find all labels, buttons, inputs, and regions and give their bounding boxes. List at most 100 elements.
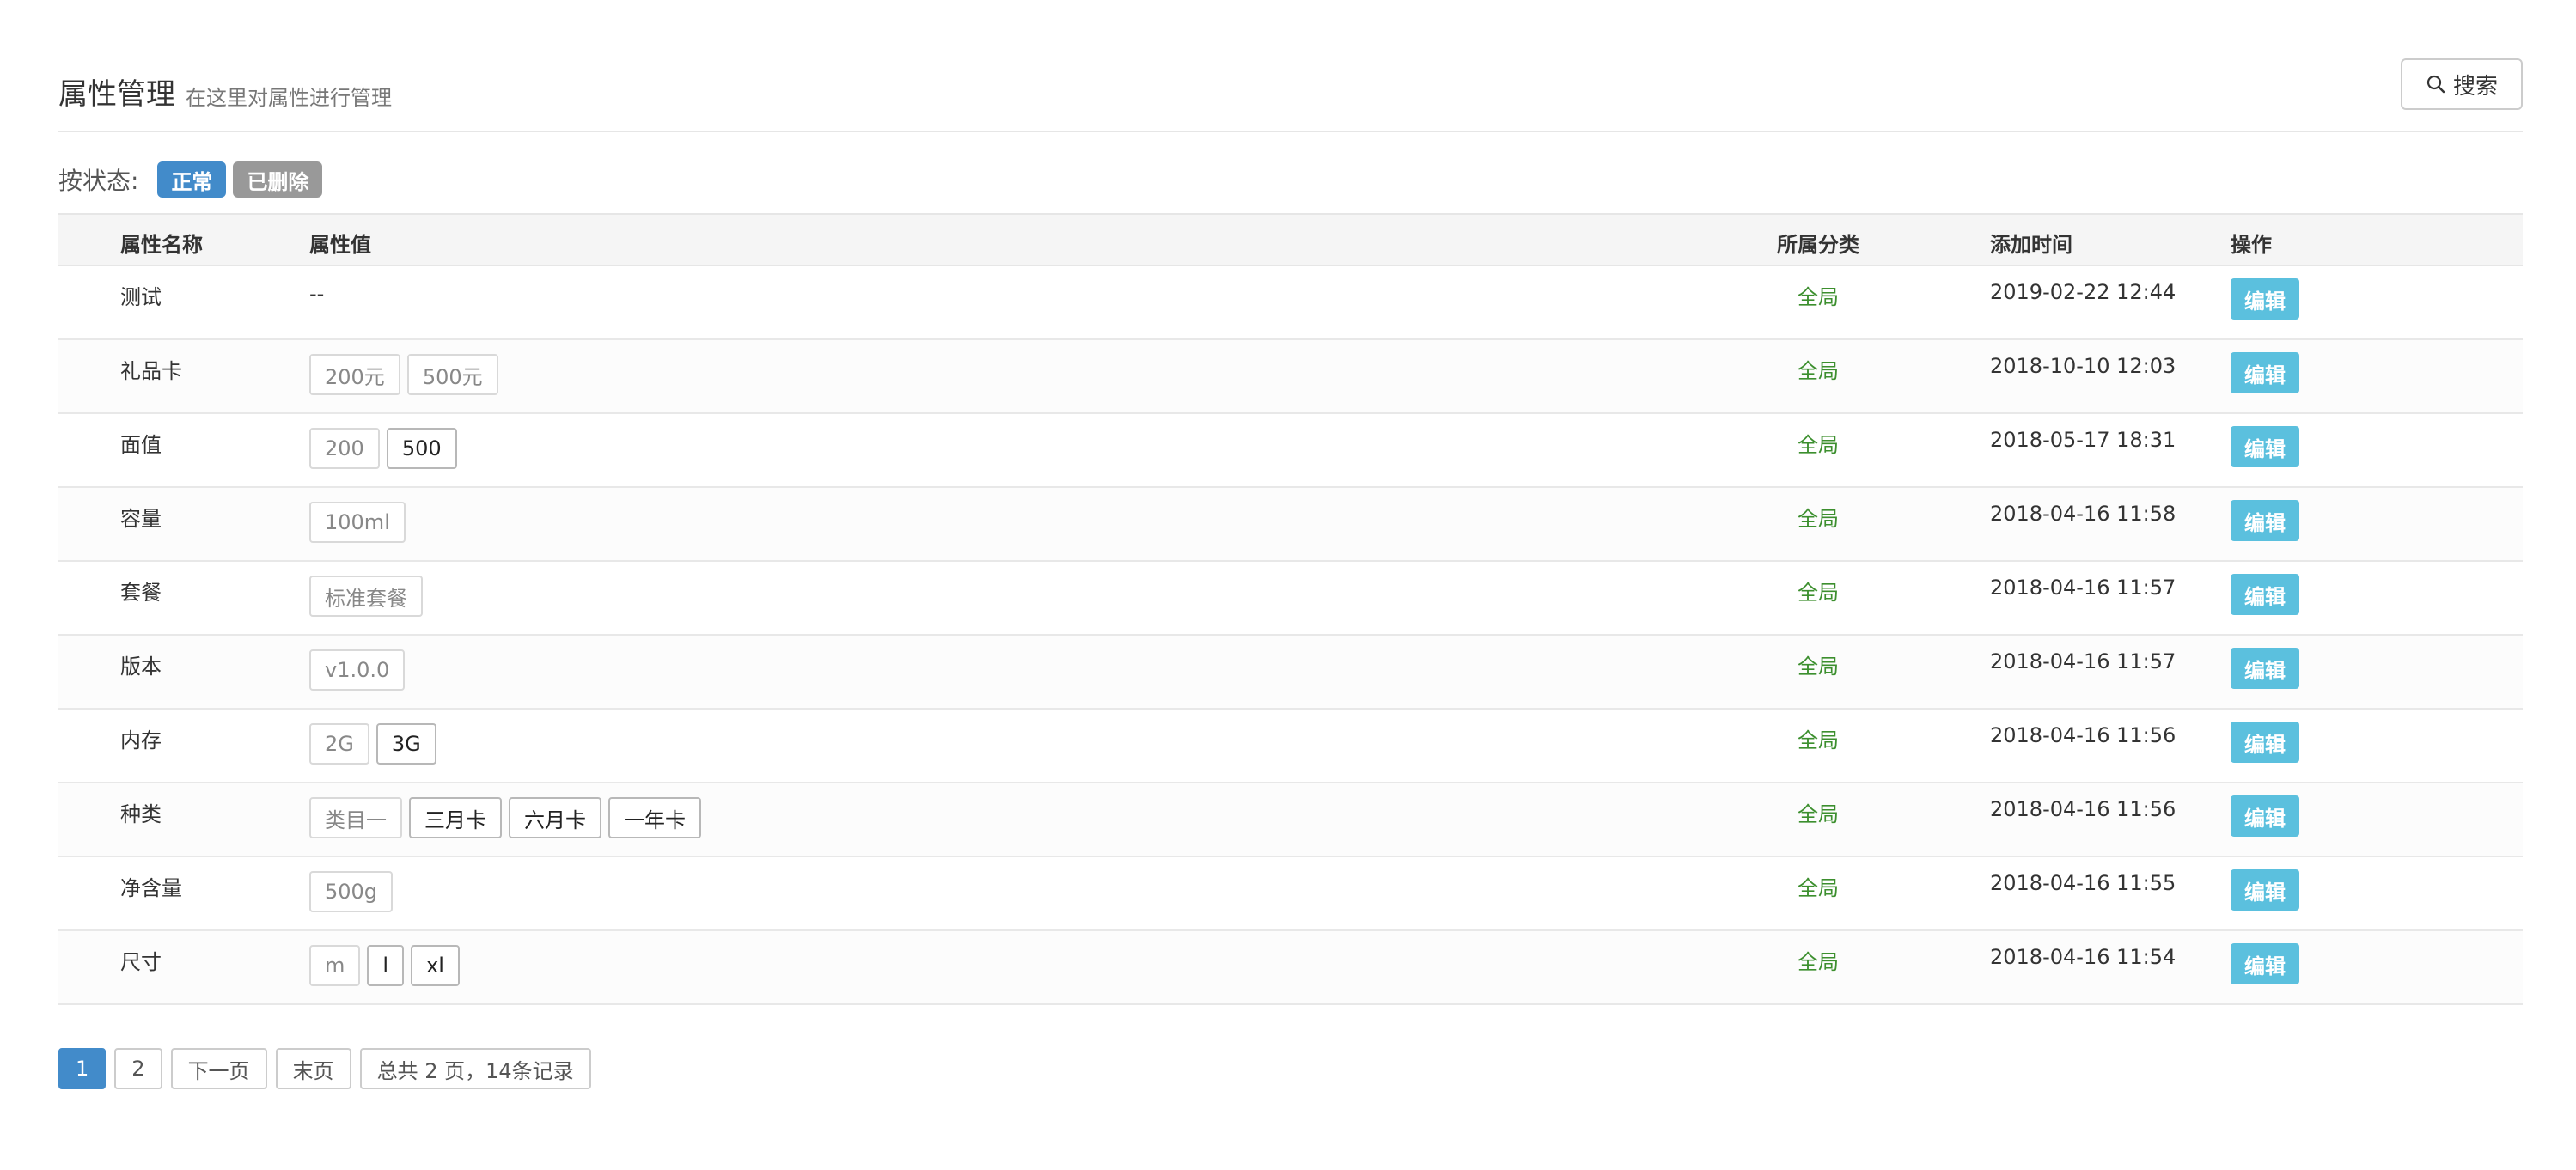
edit-button[interactable]: 编辑	[2231, 722, 2299, 763]
edit-button[interactable]: 编辑	[2231, 352, 2299, 393]
edit-button[interactable]: 编辑	[2231, 869, 2299, 911]
status-filter-label: 按状态:	[58, 167, 139, 195]
table-row: 版本 v1.0.0 全局 2018-04-16 11:57 编辑	[58, 636, 2523, 710]
attribute-value-tag[interactable]: l	[367, 945, 405, 986]
attribute-values: v1.0.0	[309, 649, 406, 691]
attribute-value-tag[interactable]: m	[309, 945, 361, 986]
edit-button[interactable]: 编辑	[2231, 943, 2299, 984]
status-badge-normal[interactable]: 正常	[157, 161, 227, 198]
attribute-category: 全局	[1798, 728, 1839, 753]
attribute-name: 容量	[120, 507, 162, 531]
attribute-values: --	[309, 280, 324, 308]
attribute-value-tag[interactable]: 标准套餐	[309, 576, 423, 617]
attribute-category: 全局	[1798, 285, 1839, 309]
row-action: 编辑	[2231, 278, 2299, 320]
attribute-category: 全局	[1798, 950, 1839, 974]
attribute-name: 净含量	[120, 876, 182, 900]
edit-button[interactable]: 编辑	[2231, 278, 2299, 320]
attribute-added-time: 2018-04-16 11:57	[1990, 576, 2176, 600]
attribute-added-time: 2018-04-16 11:55	[1990, 871, 2176, 895]
attribute-value-tag[interactable]: xl	[411, 945, 460, 986]
attribute-value-tag[interactable]: 3G	[375, 723, 436, 765]
column-header-time: 添加时间	[1990, 233, 2072, 257]
attribute-value-tag[interactable]: v1.0.0	[309, 649, 406, 691]
table-row: 套餐 标准套餐 全局 2018-04-16 11:57 编辑	[58, 562, 2523, 636]
status-filter: 按状态: 正常 已删除	[58, 160, 329, 199]
attribute-value-tag[interactable]: 类目一	[309, 797, 402, 838]
attribute-values: 200 500	[309, 428, 457, 469]
row-action: 编辑	[2231, 648, 2299, 689]
attribute-values: 2G 3G	[309, 723, 436, 765]
attribute-name: 版本	[120, 655, 162, 679]
next-page-button[interactable]: 下一页	[170, 1048, 267, 1089]
row-action: 编辑	[2231, 352, 2299, 393]
table-body: 测试 -- 全局 2019-02-22 12:44 编辑 礼品卡 200元 500元 全局 201…	[58, 266, 2523, 1005]
column-header-category: 所属分类	[1777, 233, 1859, 257]
page-button-2[interactable]: 2	[114, 1048, 162, 1089]
edit-button[interactable]: 编辑	[2231, 426, 2299, 467]
attribute-added-time: 2018-04-16 11:58	[1990, 502, 2176, 526]
search-icon	[2426, 75, 2445, 94]
column-header-action: 操作	[2231, 233, 2272, 257]
row-action: 编辑	[2231, 426, 2299, 467]
last-page-button[interactable]: 末页	[275, 1048, 351, 1089]
attribute-name: 内存	[120, 728, 162, 753]
table-row: 面值 200 500 全局 2018-05-17 18:31 编辑	[58, 414, 2523, 488]
table-row: 尺寸 m l xl 全局 2018-04-16 11:54 编辑	[58, 931, 2523, 1005]
attribute-category: 全局	[1798, 876, 1839, 900]
row-action: 编辑	[2231, 943, 2299, 984]
attribute-value-tag[interactable]: 六月卡	[509, 797, 601, 838]
edit-button[interactable]: 编辑	[2231, 500, 2299, 541]
attribute-value-tag[interactable]: 500g	[309, 871, 394, 912]
edit-button[interactable]: 编辑	[2231, 574, 2299, 615]
attribute-values: 100ml	[309, 502, 406, 543]
row-action: 编辑	[2231, 869, 2299, 911]
attribute-table: 属性名称 属性值 所属分类 添加时间 操作 测试 -- 全局 2019-02-22 1…	[58, 213, 2523, 1005]
attribute-value-tag[interactable]: 200	[309, 428, 380, 469]
table-row: 容量 100ml 全局 2018-04-16 11:58 编辑	[58, 488, 2523, 562]
table-row: 礼品卡 200元 500元 全局 2018-10-10 12:03 编辑	[58, 340, 2523, 414]
attribute-category: 全局	[1798, 655, 1839, 679]
table-row: 测试 -- 全局 2019-02-22 12:44 编辑	[58, 266, 2523, 340]
page-button-1[interactable]: 1	[58, 1048, 107, 1089]
search-button[interactable]: 搜索	[2401, 58, 2523, 110]
table-row: 净含量 500g 全局 2018-04-16 11:55 编辑	[58, 857, 2523, 931]
pagination-info: 总共 2 页，14条记录	[359, 1048, 591, 1089]
attribute-values: 标准套餐	[309, 576, 423, 617]
attribute-category: 全局	[1798, 433, 1839, 457]
attribute-name: 尺寸	[120, 950, 162, 974]
attribute-added-time: 2018-04-16 11:54	[1990, 945, 2176, 969]
attribute-added-time: 2019-02-22 12:44	[1990, 280, 2176, 304]
edit-button[interactable]: 编辑	[2231, 648, 2299, 689]
attribute-value-tag[interactable]: 三月卡	[409, 797, 502, 838]
pagination: 1 2 下一页 末页 总共 2 页，14条记录	[58, 1048, 591, 1089]
search-button-label: 搜索	[2452, 72, 2498, 99]
row-action: 编辑	[2231, 795, 2299, 837]
attribute-added-time: 2018-10-10 12:03	[1990, 354, 2176, 378]
row-action: 编辑	[2231, 500, 2299, 541]
attribute-values: m l xl	[309, 945, 460, 986]
attribute-category: 全局	[1798, 802, 1839, 826]
attribute-value-tag[interactable]: 500	[386, 428, 457, 469]
attribute-name: 面值	[120, 433, 162, 457]
attribute-added-time: 2018-04-16 11:56	[1990, 723, 2176, 747]
attribute-value-tag[interactable]: 100ml	[309, 502, 406, 543]
attribute-value-tag[interactable]: 一年卡	[608, 797, 701, 838]
attribute-values: 500g	[309, 871, 394, 912]
row-action: 编辑	[2231, 722, 2299, 763]
page-title: 属性管理	[58, 77, 175, 112]
attribute-name: 套餐	[120, 581, 162, 605]
table-row: 种类 类目一 三月卡 六月卡 一年卡 全局 2018-04-16 11:56 编辑	[58, 783, 2523, 857]
table-row: 内存 2G 3G 全局 2018-04-16 11:56 编辑	[58, 710, 2523, 783]
attribute-name: 礼品卡	[120, 359, 182, 383]
attribute-added-time: 2018-05-17 18:31	[1990, 428, 2176, 452]
attribute-value-tag[interactable]: 500元	[406, 354, 498, 395]
attribute-value-tag[interactable]: 200元	[309, 354, 400, 395]
column-header-values: 属性值	[309, 233, 371, 257]
attribute-name: 种类	[120, 802, 162, 826]
attribute-name: 测试	[120, 285, 162, 309]
status-badge-deleted[interactable]: 已删除	[233, 161, 323, 198]
row-action: 编辑	[2231, 574, 2299, 615]
edit-button[interactable]: 编辑	[2231, 795, 2299, 837]
attribute-value-tag[interactable]: 2G	[309, 723, 369, 765]
